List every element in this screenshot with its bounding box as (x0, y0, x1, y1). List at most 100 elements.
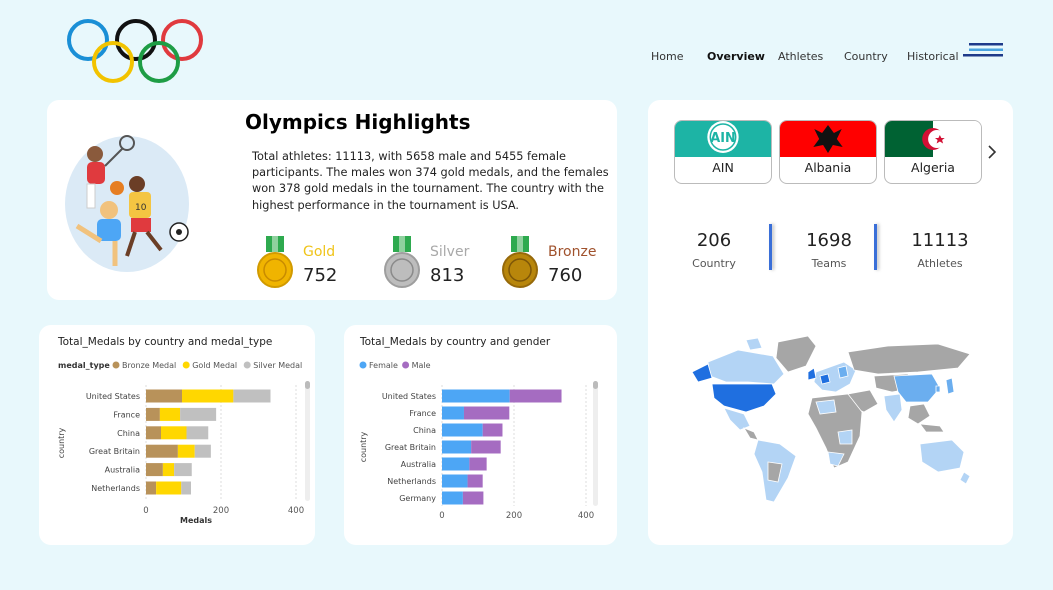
bar-segment (194, 444, 211, 458)
nav-country[interactable]: Country (844, 50, 888, 63)
y-tick-label: Germany (399, 494, 436, 503)
bar-segment (146, 389, 182, 403)
country-name: Albania (804, 160, 852, 175)
kpi-value: 1698 (806, 230, 852, 251)
bar-segment (177, 444, 195, 458)
bar-segment (462, 491, 484, 505)
country-name: AIN (712, 160, 734, 175)
svg-text:10: 10 (135, 203, 147, 213)
legend-swatch (112, 361, 120, 369)
bar-segment (442, 389, 510, 403)
bar-segment (471, 440, 501, 454)
legend-label: Gold Medal (192, 361, 237, 370)
scrollbar-thumb (593, 381, 598, 389)
legend-swatch (182, 361, 190, 369)
y-tick-label: France (113, 410, 140, 419)
top-navigation: Home Overview Athletes Country Historica… (0, 50, 1053, 66)
highlights-card: 10 Olympics Highlights Total athletes: 1… (47, 100, 617, 300)
y-tick-label: Netherlands (91, 484, 140, 493)
y-tick-label: Australia (401, 460, 436, 469)
kpi-label: Athletes (917, 257, 963, 270)
kpi-divider (769, 224, 772, 270)
gold-value: 752 (303, 265, 338, 286)
nav-athletes[interactable]: Athletes (778, 50, 823, 63)
medals-by-gender-chart: Female Male 0 200 400 United States France Chin… (359, 361, 598, 521)
bar-segment (146, 463, 163, 477)
chevron-right-icon[interactable] (984, 142, 1000, 162)
y-axis-label: country (57, 427, 66, 458)
bar-segment (509, 389, 562, 403)
nav-home[interactable]: Home (651, 50, 683, 63)
highlights-title: Olympics Highlights (245, 110, 471, 134)
kpi-teams: 1698 Teams (779, 230, 879, 270)
legend-label: Bronze Medal (122, 361, 176, 370)
hamburger-menu-icon[interactable] (963, 42, 1005, 58)
bar-segment (146, 481, 157, 495)
y-tick-label: United States (86, 392, 140, 401)
country-tile-albania[interactable]: Albania (779, 120, 877, 184)
bar-segment (181, 481, 191, 495)
bar-segment (146, 407, 160, 421)
medals-by-type-chart: medal_type Bronze Medal Gold Medal Silver M… (57, 361, 310, 525)
bar-segment (159, 407, 181, 421)
legend-label: Silver Medal (253, 361, 302, 370)
bar-segment (161, 426, 187, 440)
scrollbar-thumb (305, 381, 310, 389)
ain-flag-icon: AIN (675, 121, 771, 157)
x-tick-label: 200 (506, 511, 522, 521)
ain-flag-text: AIN (710, 131, 735, 146)
bronze-label: Bronze (548, 244, 597, 260)
scrollbar-track (305, 381, 310, 501)
bar-segment (442, 440, 472, 454)
highlights-summary: Total athletes: 11113, with 5658 male an… (252, 150, 609, 212)
y-tick-label: China (413, 426, 436, 435)
x-tick-label: 400 (288, 506, 304, 516)
legend-label: Female (369, 361, 398, 370)
bar-segment (180, 407, 217, 421)
scrollbar-track (593, 381, 598, 506)
x-tick-label: 0 (143, 506, 148, 516)
legend-swatch (243, 361, 251, 369)
kpi-label: Teams (811, 257, 847, 270)
bar-segment (482, 423, 503, 437)
x-axis-label: Medals (180, 516, 212, 525)
bar-segment (162, 463, 175, 477)
bar-segment (174, 463, 192, 477)
bronze-medal-stat: Bronze 760 (500, 236, 610, 292)
legend-title: medal_type (58, 361, 110, 370)
y-tick-label: United States (382, 392, 436, 401)
bar-segment (469, 457, 487, 471)
kpi-country: 206 Country (664, 230, 764, 270)
kpi-value: 206 (696, 230, 732, 251)
bar-segment (442, 457, 470, 471)
y-tick-label: Great Britain (89, 447, 140, 456)
bar-segment (156, 481, 182, 495)
y-tick-label: France (409, 409, 436, 418)
kpi-value: 11113 (911, 230, 969, 251)
bar-segment (463, 406, 510, 420)
nav-historical[interactable]: Historical (907, 50, 959, 63)
world-map[interactable] (688, 332, 978, 512)
kpi-label: Country (692, 257, 736, 270)
gold-label: Gold (303, 244, 336, 260)
country-tile-ain[interactable]: AIN AIN (674, 120, 772, 184)
kpi-divider (874, 224, 877, 270)
x-tick-label: 0 (439, 511, 444, 521)
silver-medal-stat: Silver 813 (382, 236, 492, 292)
bar-segment (146, 444, 178, 458)
medals-by-type-chart-card: Total_Medals by country and medal_type m… (39, 325, 315, 545)
gold-medal-stat: Gold 752 (255, 236, 365, 292)
bar-segment (442, 423, 483, 437)
silver-value: 813 (430, 265, 465, 286)
medals-by-gender-chart-card: Total_Medals by country and gender Femal… (344, 325, 617, 545)
gold-medal-icon (257, 236, 293, 288)
country-tile-algeria[interactable]: Algeria (884, 120, 982, 184)
bar-segment (186, 426, 209, 440)
y-tick-label: Australia (105, 466, 140, 475)
legend-swatch (402, 361, 410, 369)
nav-overview[interactable]: Overview (707, 50, 765, 63)
x-tick-label: 200 (213, 506, 229, 516)
bar-segment (442, 491, 463, 505)
athletes-illustration: 10 (65, 135, 189, 272)
country-overview-panel: AIN AIN Albania Algeria 206 Country 1698… (648, 100, 1013, 545)
